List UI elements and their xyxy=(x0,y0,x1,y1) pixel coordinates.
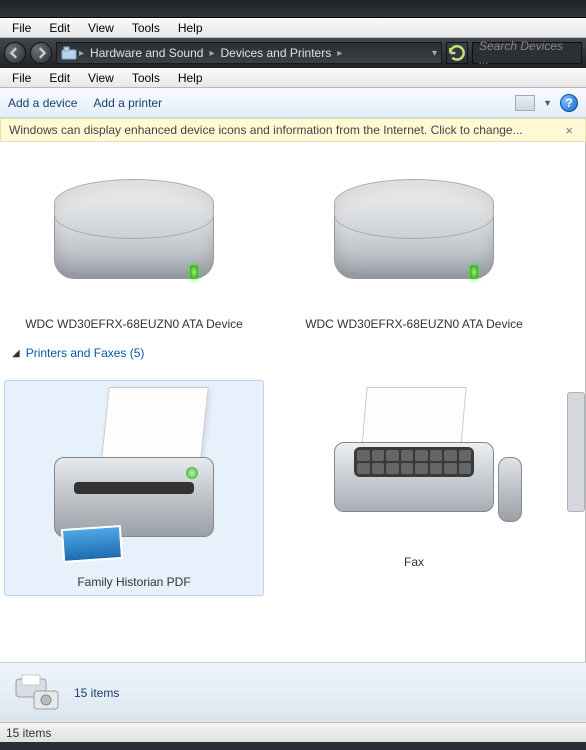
help-button[interactable]: ? xyxy=(560,94,578,112)
details-thumb-icon xyxy=(14,673,62,713)
info-bar[interactable]: Windows can display enhanced device icon… xyxy=(0,118,586,142)
group-label: Printers and Faxes (5) xyxy=(26,346,145,360)
chevron-right-icon: ▸ xyxy=(209,48,214,59)
refresh-button[interactable] xyxy=(446,42,468,64)
menu-file[interactable]: File xyxy=(4,69,39,87)
arrow-left-icon xyxy=(9,47,21,59)
menu-edit[interactable]: Edit xyxy=(41,69,78,87)
outer-menubar: File Edit View Tools Help xyxy=(0,18,586,38)
forward-button[interactable] xyxy=(30,42,52,64)
view-options-button[interactable] xyxy=(515,95,535,111)
device-item-hdd[interactable]: WDC WD30EFRX-68EUZN0 ATA Device xyxy=(284,162,544,338)
close-icon[interactable]: × xyxy=(561,123,577,138)
device-item-fax[interactable]: Fax xyxy=(284,380,544,596)
menu-tools[interactable]: Tools xyxy=(124,19,168,37)
menu-file[interactable]: File xyxy=(4,19,39,37)
chevron-down-icon[interactable]: ▾ xyxy=(432,48,437,59)
status-bar: 15 items xyxy=(0,722,586,742)
breadcrumb-current[interactable]: Devices and Printers xyxy=(216,45,335,61)
chevron-right-icon: ▸ xyxy=(79,48,84,59)
menu-view[interactable]: View xyxy=(80,69,122,87)
menu-view[interactable]: View xyxy=(80,19,122,37)
chevron-down-icon[interactable]: ▼ xyxy=(543,98,552,108)
collapse-icon: ◢ xyxy=(12,348,20,359)
details-count: 15 items xyxy=(74,686,119,700)
location-icon xyxy=(61,46,77,60)
add-device-button[interactable]: Add a device xyxy=(8,96,77,110)
refresh-icon xyxy=(447,43,467,63)
content-area: WDC WD30EFRX-68EUZN0 ATA Device WDC WD30… xyxy=(0,142,586,662)
scrollbar-thumb[interactable] xyxy=(567,392,585,512)
fax-icon xyxy=(314,387,514,547)
device-label: Family Historian PDF xyxy=(77,575,190,589)
hard-drive-icon xyxy=(314,169,514,309)
inner-menubar: File Edit View Tools Help xyxy=(0,68,586,88)
menu-help[interactable]: Help xyxy=(170,69,211,87)
device-item-printer[interactable]: Family Historian PDF xyxy=(4,380,264,596)
navbar: ▸ Hardware and Sound ▸ Devices and Print… xyxy=(0,38,586,68)
hard-drive-icon xyxy=(34,169,234,309)
menu-tools[interactable]: Tools xyxy=(124,69,168,87)
arrow-right-icon xyxy=(35,47,47,59)
command-toolbar: Add a device Add a printer ▼ ? xyxy=(0,88,586,118)
menu-help[interactable]: Help xyxy=(170,19,211,37)
address-bar[interactable]: ▸ Hardware and Sound ▸ Devices and Print… xyxy=(56,42,442,64)
search-placeholder: Search Devices ... xyxy=(479,39,575,67)
menu-edit[interactable]: Edit xyxy=(41,19,78,37)
add-printer-button[interactable]: Add a printer xyxy=(93,96,162,110)
device-label: WDC WD30EFRX-68EUZN0 ATA Device xyxy=(305,317,523,331)
device-label: Fax xyxy=(404,555,424,569)
printer-icon xyxy=(34,387,234,567)
device-label: WDC WD30EFRX-68EUZN0 ATA Device xyxy=(25,317,243,331)
status-text: 15 items xyxy=(6,726,51,740)
back-button[interactable] xyxy=(4,42,26,64)
device-item-hdd[interactable]: WDC WD30EFRX-68EUZN0 ATA Device xyxy=(4,162,264,338)
search-input[interactable]: Search Devices ... xyxy=(472,42,582,64)
chevron-right-icon: ▸ xyxy=(337,48,342,59)
breadcrumb-parent[interactable]: Hardware and Sound xyxy=(86,45,207,61)
group-header-printers[interactable]: ◢ Printers and Faxes (5) xyxy=(0,338,585,360)
info-bar-text: Windows can display enhanced device icon… xyxy=(9,123,523,137)
details-pane: 15 items xyxy=(0,662,586,722)
